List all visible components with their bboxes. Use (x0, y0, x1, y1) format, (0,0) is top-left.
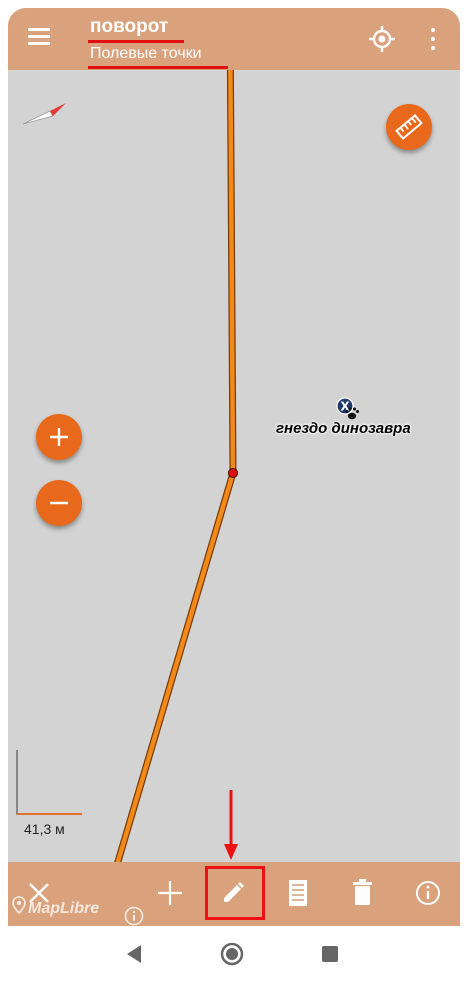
document-icon (289, 880, 307, 906)
more-vert-icon[interactable] (428, 26, 438, 52)
top-app-bar: поворот Полевые точки (8, 8, 460, 70)
map-view[interactable]: X (8, 70, 460, 862)
compass-needle-icon[interactable] (20, 100, 68, 130)
add-point-button[interactable] (147, 872, 193, 916)
info-button[interactable] (405, 872, 451, 916)
back-icon[interactable] (121, 940, 149, 968)
pencil-icon (224, 882, 244, 902)
scale-label: 41,3 м (24, 821, 65, 837)
title-underline-annotation (88, 40, 184, 43)
hamburger-menu-icon[interactable] (28, 28, 50, 46)
notes-button[interactable] (275, 872, 321, 916)
subtitle-underline-annotation (88, 66, 228, 69)
measure-button[interactable] (386, 104, 432, 150)
recents-icon[interactable] (316, 940, 344, 968)
route-track (114, 70, 239, 862)
edit-button[interactable] (210, 872, 256, 916)
poi-label: гнездо динозавра (276, 420, 411, 437)
route-vertex[interactable] (227, 467, 239, 479)
plus-icon (50, 428, 68, 446)
zoom-in-button[interactable] (36, 414, 82, 460)
svg-text:X: X (340, 400, 350, 414)
app-window: поворот Полевые точки X гнездо динозавра… (8, 8, 460, 926)
info-icon (416, 881, 440, 905)
system-navigation-bar (0, 926, 467, 981)
maplibre-attribution[interactable]: MapLibre (28, 900, 99, 918)
page-subtitle: Полевые точки (90, 45, 202, 62)
minus-icon (50, 501, 68, 505)
trash-icon (353, 879, 372, 905)
gps-locate-icon[interactable] (368, 25, 396, 53)
ruler-icon (395, 114, 423, 140)
home-icon[interactable] (218, 940, 246, 968)
attribution-info-icon[interactable] (124, 906, 144, 926)
delete-button[interactable] (340, 872, 386, 916)
plus-icon (158, 881, 182, 905)
maplibre-logo-icon (12, 896, 26, 914)
page-title: поворот (90, 16, 169, 37)
zoom-out-button[interactable] (36, 480, 82, 526)
annotation-arrow (224, 790, 238, 860)
paw-print-icon[interactable]: X (335, 396, 361, 422)
scale-bar (16, 750, 82, 815)
